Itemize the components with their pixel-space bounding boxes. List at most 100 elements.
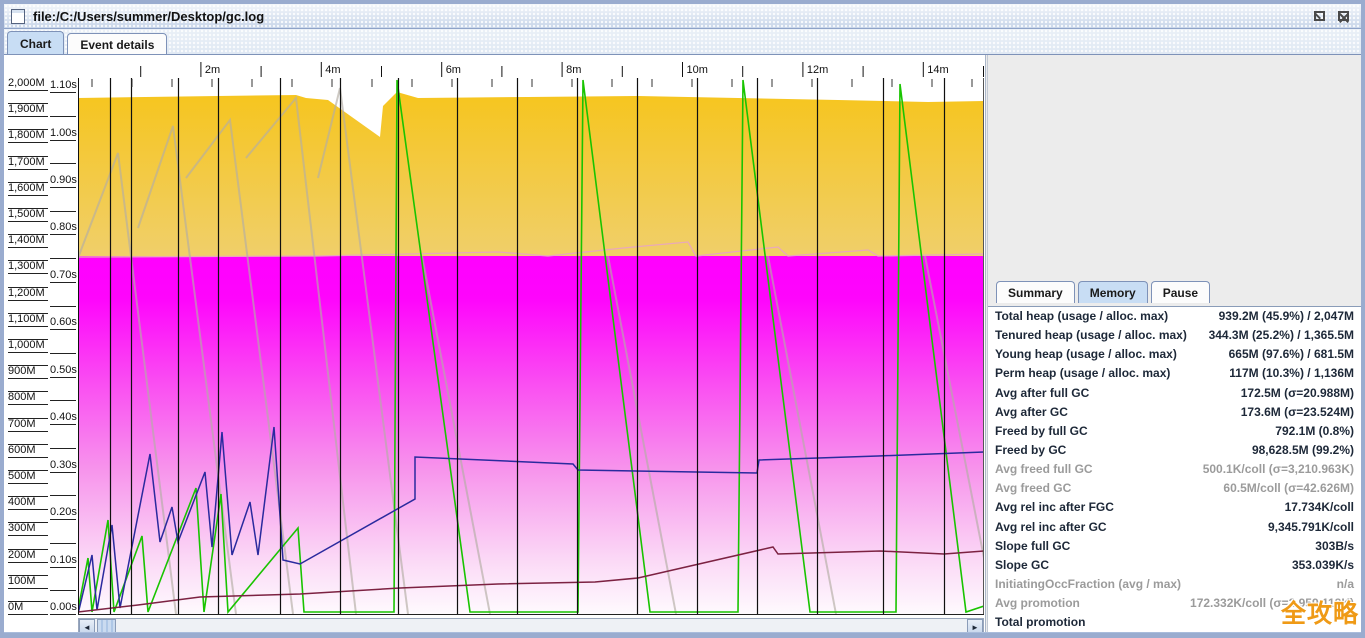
y-axis-seconds-tick: [50, 234, 76, 235]
stat-value: 17.734K/coll: [1285, 498, 1354, 517]
y-axis-memory-label: 200M: [8, 549, 36, 561]
y-axis-seconds-tick: [50, 353, 76, 354]
y-axis-seconds-label: 0.50s: [50, 364, 77, 376]
stat-value: 792.1M (0.8%): [1275, 422, 1354, 441]
stat-label: Avg promotion: [995, 594, 1080, 613]
stat-row: Avg after full GC172.5M (σ=20.988M): [988, 384, 1361, 403]
y-axis-memory-tick: [8, 575, 48, 576]
y-axis: 0M100M200M300M400M500M600M700M800M900M1,…: [4, 58, 78, 616]
y-axis-memory-tick: [8, 444, 48, 445]
y-axis-seconds-tick: [50, 448, 76, 449]
y-axis-memory-tick: [8, 601, 48, 602]
tab-event-details[interactable]: Event details: [67, 33, 167, 54]
y-axis-memory-label: 100M: [8, 575, 36, 587]
close-button[interactable]: [1336, 8, 1353, 25]
y-axis-seconds-label: 1.10s: [50, 79, 77, 91]
y-axis-seconds-label: 0.70s: [50, 269, 77, 281]
stat-label: Freed by full GC: [995, 422, 1088, 441]
y-axis-seconds-tick: [50, 424, 76, 425]
y-axis-memory-tick: [8, 352, 48, 353]
y-axis-seconds-tick: [50, 543, 76, 544]
y-axis-seconds-tick: [50, 329, 76, 330]
y-axis-memory-label: 600M: [8, 444, 36, 456]
info-panel: SummaryMemoryPause Total heap (usage / a…: [987, 55, 1361, 634]
y-axis-seconds-label: 0.30s: [50, 459, 77, 471]
stat-label: Total heap (usage / alloc. max): [995, 307, 1168, 326]
y-axis-memory-tick: [8, 195, 48, 196]
y-axis-seconds-label: 0.40s: [50, 411, 77, 423]
y-axis-seconds-tick: [50, 282, 76, 283]
y-axis-memory-label: 1,100M: [8, 313, 45, 325]
stat-label: Total promotion: [995, 613, 1085, 632]
y-axis-seconds-tick: [50, 258, 76, 259]
y-axis-memory-tick: [8, 549, 48, 550]
y-axis-memory-label: 1,900M: [8, 103, 45, 115]
stat-row: Avg freed full GC500.1K/coll (σ=3,210.96…: [988, 460, 1361, 479]
y-axis-memory-tick: [8, 614, 48, 615]
y-axis-memory-tick: [8, 156, 48, 157]
stat-label: Young heap (usage / alloc. max): [995, 345, 1177, 364]
info-tab-memory[interactable]: Memory: [1078, 281, 1148, 303]
content-area: 0M100M200M300M400M500M600M700M800M900M1,…: [4, 55, 1361, 634]
x-axis-minute-label: 2m: [205, 64, 220, 76]
y-axis-memory-tick: [8, 273, 48, 274]
stat-row: Total heap (usage / alloc. max) 939.2M (4…: [988, 307, 1361, 326]
y-axis-memory-label: 0M: [8, 601, 23, 613]
stat-row: Young heap (usage / alloc. max)665M (97.…: [988, 345, 1361, 364]
y-axis-memory-tick: [8, 90, 48, 91]
stat-value: 9,345.791K/coll: [1268, 518, 1354, 537]
stat-value: n/a: [1337, 575, 1354, 594]
chart-panel: 0M100M200M300M400M500M600M700M800M900M1,…: [4, 55, 986, 638]
y-axis-memory-tick: [8, 260, 48, 261]
title-bar[interactable]: file:/C:/Users/summer/Desktop/gc.log: [4, 4, 1361, 29]
stat-row: Avg rel inc after GC 9,345.791K/coll: [988, 518, 1361, 537]
stat-row: Avg rel inc after FGC17.734K/coll: [988, 498, 1361, 517]
y-axis-memory-label: 1,200M: [8, 287, 45, 299]
window-bottom-edge: [0, 632, 1365, 638]
restore-button[interactable]: [1312, 8, 1329, 25]
y-axis-seconds-label: 0.90s: [50, 174, 77, 186]
y-axis-memory-tick: [8, 287, 48, 288]
stat-row: Freed by GC98,628.5M (99.2%): [988, 441, 1361, 460]
stat-table: Total heap (usage / alloc. max) 939.2M (4…: [988, 306, 1361, 634]
y-axis-seconds-tick: [50, 400, 76, 401]
y-axis-seconds-label: 0.00s: [50, 601, 77, 613]
restore-icon: [1314, 11, 1325, 21]
y-axis-memory-tick: [8, 247, 48, 248]
y-axis-memory-tick: [8, 365, 48, 366]
stat-label: Avg freed full GC: [995, 460, 1093, 479]
y-axis-seconds-tick: [50, 116, 76, 117]
stat-value: 344.3M (25.2%) / 1,365.5M: [1209, 326, 1354, 345]
y-axis-memory-label: 1,400M: [8, 234, 45, 246]
y-axis-memory-tick: [8, 142, 48, 143]
stat-label: Tenured heap (usage / alloc. max): [995, 326, 1187, 345]
y-axis-memory-tick: [8, 535, 48, 536]
y-axis-memory-tick: [8, 418, 48, 419]
stat-label: Avg freed GC: [995, 479, 1071, 498]
y-axis-memory-label: 400M: [8, 496, 36, 508]
y-axis-seconds-label: 0.60s: [50, 316, 77, 328]
y-axis-seconds-tick: [50, 140, 76, 141]
stat-row: Slope GC353.039K/s: [988, 556, 1361, 575]
y-axis-memory-label: 1,000M: [8, 339, 45, 351]
y-axis-memory-tick: [8, 129, 48, 130]
stat-value: 303B/s: [1315, 537, 1354, 556]
info-tab-pause[interactable]: Pause: [1151, 281, 1210, 303]
info-tab-summary[interactable]: Summary: [996, 281, 1075, 303]
x-axis-minute-label: 4m: [325, 64, 340, 76]
stat-label: Avg after full GC: [995, 384, 1089, 403]
stat-value: 939.2M (45.9%) / 2,047M: [1219, 307, 1354, 326]
y-axis-seconds-label: 0.20s: [50, 506, 77, 518]
stat-row: Perm heap (usage / alloc. max)117M (10.3…: [988, 364, 1361, 383]
main-tab-strip: ChartEvent details: [4, 29, 1361, 55]
x-axis-minute-label: 8m: [566, 64, 581, 76]
y-axis-memory-label: 1,800M: [8, 129, 45, 141]
tab-chart[interactable]: Chart: [7, 31, 64, 54]
y-axis-memory-label: 500M: [8, 470, 36, 482]
y-axis-memory-tick: [8, 234, 48, 235]
stat-label: Slope GC: [995, 556, 1049, 575]
y-axis-seconds-tick: [50, 377, 76, 378]
stat-label: Avg rel inc after GC: [995, 518, 1107, 537]
stat-row: Freed by full GC 792.1M (0.8%): [988, 422, 1361, 441]
stat-row: Avg after GC173.6M (σ=23.524M): [988, 403, 1361, 422]
